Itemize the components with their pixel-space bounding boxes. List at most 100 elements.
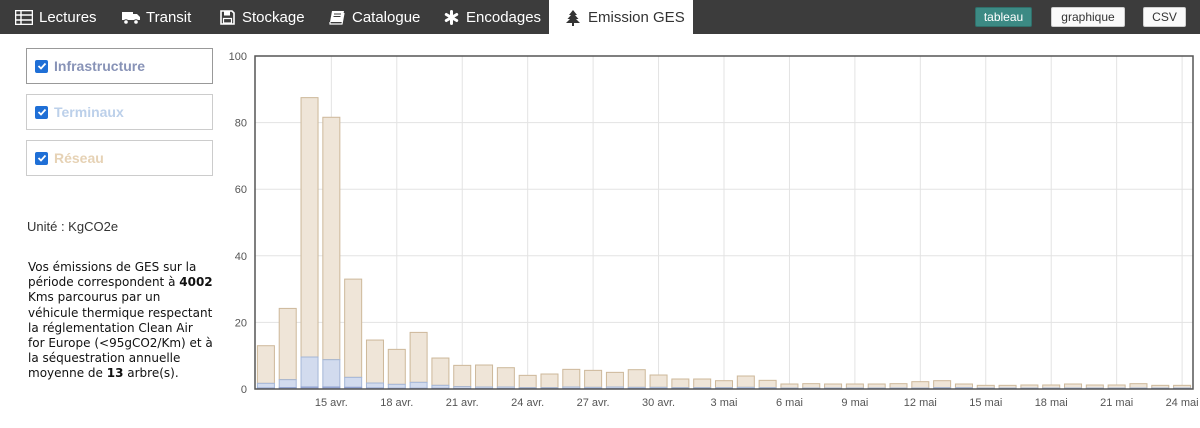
sidebar: Infrastructure Terminaux Réseau Unité : … bbox=[0, 34, 225, 423]
bar-segment-reseau bbox=[912, 382, 929, 388]
filter-label: Terminaux bbox=[54, 104, 124, 120]
bar-segment-reseau bbox=[563, 369, 580, 387]
kms-value: 4002 bbox=[179, 275, 212, 289]
chart-svg: 0 20 40 60 80 100 15 avr. 18 avr. 21 avr. 24 avr.… bbox=[225, 40, 1200, 423]
tableau-button[interactable]: tableau bbox=[975, 7, 1032, 27]
bar-segment-reseau bbox=[410, 332, 427, 382]
x-tick-label: 9 mai bbox=[841, 397, 868, 409]
truck-icon bbox=[121, 7, 141, 27]
bar-segment-terminaux bbox=[279, 380, 296, 388]
bar-segment-reseau bbox=[628, 370, 645, 388]
bar-segment-reseau bbox=[606, 372, 623, 387]
info-text-part: arbre(s). bbox=[123, 366, 178, 380]
bar-segment-reseau bbox=[366, 340, 383, 383]
filter-reseau[interactable]: Réseau bbox=[26, 140, 213, 176]
bar-segment-reseau bbox=[541, 374, 558, 388]
bar-segment-reseau bbox=[868, 384, 885, 388]
filter-infrastructure[interactable]: Infrastructure bbox=[26, 48, 213, 84]
y-tick-label: 40 bbox=[235, 251, 247, 263]
tab-label: Encodages bbox=[466, 9, 541, 26]
y-tick-label: 100 bbox=[229, 51, 247, 63]
checkbox-terminaux[interactable] bbox=[35, 106, 48, 119]
unit-label: Unité : KgCO2e bbox=[27, 219, 118, 234]
x-tick-label: 15 mai bbox=[969, 397, 1002, 409]
bar-segment-terminaux bbox=[410, 382, 427, 388]
bar-segment-terminaux bbox=[257, 383, 274, 388]
bar-segment-reseau bbox=[781, 384, 798, 388]
x-tick-label: 27 avr. bbox=[577, 397, 610, 409]
filter-label: Infrastructure bbox=[54, 58, 145, 74]
tab-label: Stockage bbox=[242, 9, 305, 26]
bar-segment-reseau bbox=[497, 368, 514, 387]
emission-chart: 0 20 40 60 80 100 15 avr. 18 avr. 21 avr. 24 avr.… bbox=[225, 40, 1200, 423]
bar-segment-reseau bbox=[934, 381, 951, 388]
tab-lectures[interactable]: Lectures bbox=[14, 0, 97, 34]
bar-segment-reseau bbox=[388, 349, 405, 384]
x-tick-label: 3 mai bbox=[711, 397, 738, 409]
bar-segment-reseau bbox=[846, 384, 863, 388]
y-tick-label: 20 bbox=[235, 317, 247, 329]
graphique-button[interactable]: graphique bbox=[1051, 7, 1125, 27]
bar-segment-reseau bbox=[519, 375, 536, 387]
bar-segment-terminaux bbox=[345, 377, 362, 387]
x-tick-label: 21 mai bbox=[1100, 397, 1133, 409]
y-tick-label: 60 bbox=[235, 184, 247, 196]
tab-label: Catalogue bbox=[352, 9, 420, 26]
bar-segment-reseau bbox=[955, 384, 972, 388]
bar-segment-reseau bbox=[694, 379, 711, 388]
tab-label: Emission GES bbox=[588, 9, 685, 26]
bar-segment-reseau bbox=[890, 384, 907, 388]
x-tick-label: 24 mai bbox=[1166, 397, 1199, 409]
tab-stockage[interactable]: Stockage bbox=[217, 0, 305, 34]
csv-export-button[interactable]: CSV bbox=[1143, 7, 1186, 27]
x-tick-label: 6 mai bbox=[776, 397, 803, 409]
bar-segment-reseau bbox=[279, 308, 296, 379]
bar-segment-reseau bbox=[759, 380, 776, 387]
bar-segment-reseau bbox=[323, 117, 340, 359]
tab-encodages[interactable]: Encodages bbox=[441, 0, 541, 34]
tab-catalogue[interactable]: Catalogue bbox=[327, 0, 420, 34]
bar-segment-reseau bbox=[432, 358, 449, 385]
tree-icon bbox=[563, 8, 583, 28]
trees-value: 13 bbox=[107, 366, 124, 380]
bar-segment-reseau bbox=[737, 376, 754, 387]
checkbox-infrastructure[interactable] bbox=[35, 60, 48, 73]
bar-segment-reseau bbox=[650, 375, 667, 387]
tab-label: Transit bbox=[146, 9, 191, 26]
tab-label: Lectures bbox=[39, 9, 97, 26]
bar-segment-reseau bbox=[476, 365, 493, 387]
x-tick-label: 15 avr. bbox=[315, 397, 348, 409]
x-tick-label: 18 mai bbox=[1035, 397, 1068, 409]
filter-terminaux[interactable]: Terminaux bbox=[26, 94, 213, 130]
bar-segment-terminaux bbox=[388, 384, 405, 388]
bar-segment-reseau bbox=[672, 379, 689, 388]
table-icon bbox=[14, 7, 34, 27]
emission-info-text: Vos émissions de GES sur la période corr… bbox=[28, 260, 213, 382]
x-tick-label: 24 avr. bbox=[511, 397, 544, 409]
info-text-part: Vos émissions de GES sur la période corr… bbox=[28, 260, 196, 289]
top-navigation-bar: Lectures Transit Stockage Catalogue Enco… bbox=[0, 0, 1200, 34]
bar-segment-reseau bbox=[715, 381, 732, 388]
bar-segment-terminaux bbox=[366, 383, 383, 388]
book-icon bbox=[327, 7, 347, 27]
bar-segment-reseau bbox=[257, 346, 274, 384]
bar-segment-reseau bbox=[825, 384, 842, 388]
filter-label: Réseau bbox=[54, 150, 104, 166]
floppy-disk-icon bbox=[217, 7, 237, 27]
x-tick-label: 12 mai bbox=[904, 397, 937, 409]
bar-segment-reseau bbox=[454, 365, 471, 386]
y-tick-label: 80 bbox=[235, 118, 247, 130]
x-tick-label: 30 avr. bbox=[642, 397, 675, 409]
bar-segment-reseau bbox=[1130, 384, 1147, 388]
x-tick-label: 21 avr. bbox=[446, 397, 479, 409]
tab-transit[interactable]: Transit bbox=[121, 0, 191, 34]
bar-segment-reseau bbox=[345, 279, 362, 377]
checkbox-reseau[interactable] bbox=[35, 152, 48, 165]
bar-segment-reseau bbox=[301, 98, 318, 357]
y-tick-label: 0 bbox=[241, 384, 247, 396]
bar-segment-terminaux bbox=[323, 360, 340, 387]
tab-emission-ges[interactable]: Emission GES bbox=[549, 0, 693, 35]
x-tick-label: 18 avr. bbox=[380, 397, 413, 409]
bar-segment-reseau bbox=[1065, 384, 1082, 388]
asterisk-icon bbox=[441, 7, 461, 27]
